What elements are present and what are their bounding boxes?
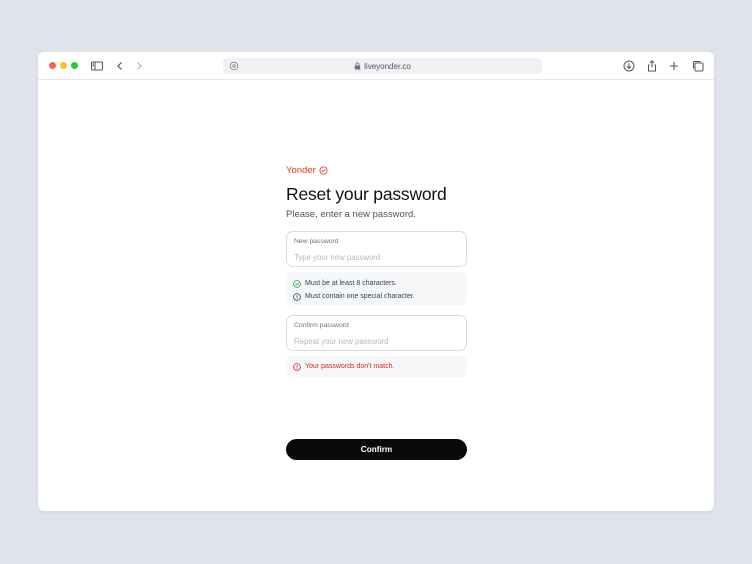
confirm-password-field[interactable]: Confirm password: [286, 315, 467, 351]
requirement-special-char: Must contain one special character.: [293, 292, 415, 301]
password-mismatch-error: Your passwords don't match.: [286, 356, 467, 377]
page-title: Reset your password: [286, 184, 447, 204]
confirm-password-input[interactable]: [294, 335, 459, 347]
brand-logo: Yonder: [286, 164, 467, 176]
browser-window: liveyonder.co Yonder Reset your password…: [38, 52, 714, 511]
confirm-password-label: Confirm password: [294, 322, 349, 329]
browser-toolbar: liveyonder.co: [38, 52, 714, 80]
info-circle-icon: [293, 292, 301, 301]
minimize-window-button[interactable]: [60, 62, 67, 69]
sidebar-toggle-icon[interactable]: [90, 59, 104, 73]
requirement-min-length: Must be at least 8 characters.: [293, 279, 397, 288]
url-text: liveyonder.co: [364, 61, 411, 71]
close-window-button[interactable]: [49, 62, 56, 69]
zoom-window-button[interactable]: [71, 62, 78, 69]
new-tab-icon[interactable]: [667, 59, 681, 73]
alert-circle-icon: [293, 362, 301, 371]
page-subtitle: Please, enter a new password.: [286, 209, 416, 220]
back-icon[interactable]: [113, 59, 127, 73]
new-password-field[interactable]: New password: [286, 231, 467, 267]
new-password-label: New password: [294, 238, 339, 245]
confirm-button[interactable]: Confirm: [286, 439, 467, 460]
address-bar[interactable]: liveyonder.co: [223, 58, 542, 74]
share-icon[interactable]: [645, 59, 659, 73]
verified-badge-icon: [319, 165, 328, 175]
password-requirements: Must be at least 8 characters. Must cont…: [286, 272, 467, 305]
error-message: Your passwords don't match.: [293, 362, 394, 371]
reset-password-form: Yonder Reset your password Please, enter…: [286, 164, 467, 460]
forward-icon[interactable]: [132, 59, 146, 73]
check-circle-icon: [293, 279, 301, 288]
download-icon[interactable]: [622, 59, 636, 73]
new-password-input[interactable]: [294, 251, 459, 263]
lock-icon: [354, 62, 361, 70]
tab-overview-icon[interactable]: [691, 59, 705, 73]
brand-name: Yonder: [286, 164, 316, 176]
